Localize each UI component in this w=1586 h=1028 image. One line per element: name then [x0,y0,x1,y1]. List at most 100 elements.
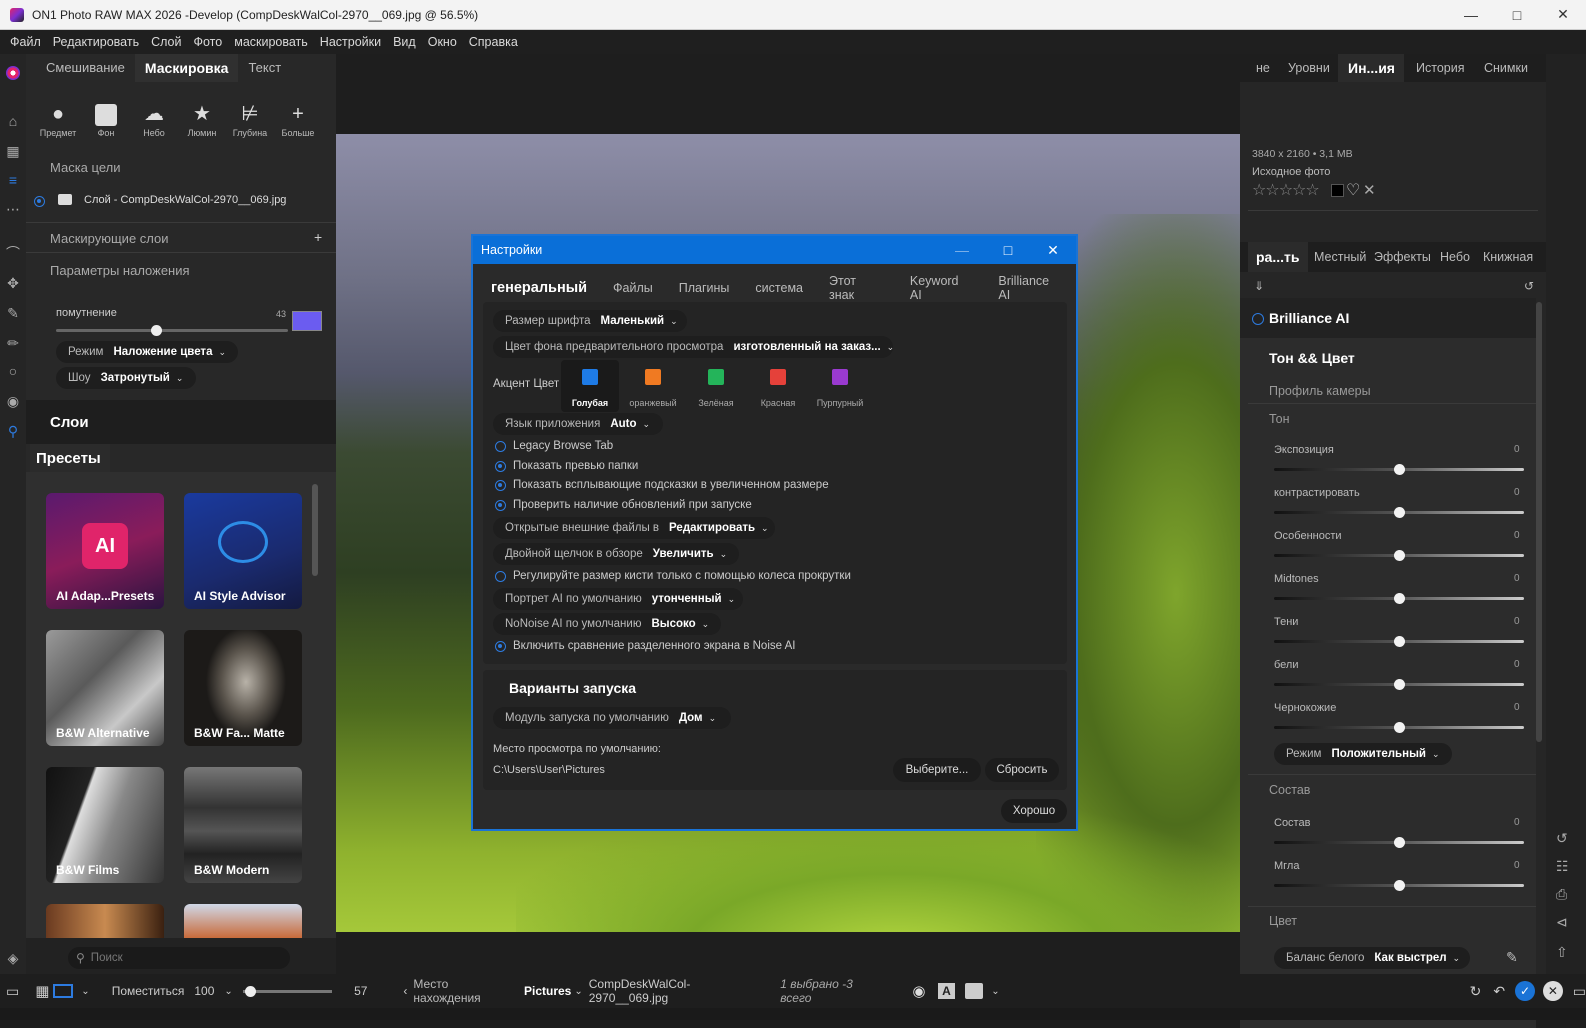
font-size-dropdown[interactable]: Размер шрифта Маленький ⌄ [493,310,687,332]
export-icon[interactable]: ⇧ [1556,944,1568,961]
presets-header[interactable]: Пресеты [36,450,101,467]
mask-tool-subject[interactable]: ● Предмет [34,100,82,138]
tab-watermark[interactable]: Этот знак [816,274,897,302]
chevron-down-icon[interactable]: ⌄ [224,986,232,997]
preview-bg-dropdown[interactable]: Цвет фона предварительного просмотра изго… [493,336,894,358]
zoom-slider-knob[interactable] [244,985,256,997]
menu-layer[interactable]: Слой [145,35,187,49]
chevron-down-icon[interactable]: ⌄ [81,986,89,997]
mode-dropdown[interactable]: Режим Наложение цвета ⌄ [56,341,238,363]
sliders-icon[interactable]: ≡ [4,171,22,189]
brush-icon[interactable]: ✎ [4,304,22,322]
fit-label[interactable]: Поместиться [112,984,185,998]
menu-help[interactable]: Справка [463,35,524,49]
haze-slider-knob[interactable] [1394,880,1405,891]
preset-ai-adaptive[interactable]: AI AI Adap...Presets [46,493,164,609]
menu-settings[interactable]: Настройки [314,35,387,49]
eyedropper-icon[interactable]: ✎ [1506,949,1518,966]
add-mask-layer-icon[interactable]: + [314,229,322,245]
preset-bw-fade-matte[interactable]: B&W Fa... Matte [184,630,302,746]
tab-brilliance-ai[interactable]: Brilliance AI [985,274,1076,302]
layers-header[interactable]: Слои [50,414,89,431]
darken-slider-knob[interactable] [150,325,162,336]
color-header[interactable]: Цвет [1269,914,1297,928]
zoom-slider[interactable] [242,985,333,997]
right-panel-toggle-icon[interactable]: ▭ [1573,983,1586,1000]
tab-effects[interactable]: Эффекты [1374,250,1431,264]
layer-name[interactable]: Слой - CompDeskWalCol-2970__069.jpg [84,194,286,206]
shapes-bottom-icon[interactable]: ◈ [4,949,22,967]
color-label-swatch[interactable] [1331,184,1344,197]
mask-brush-icon[interactable]: ✏ [4,334,22,352]
adjustments-scrollbar[interactable] [1536,302,1542,742]
dialog-close-icon[interactable]: ✕ [1030,236,1076,264]
layer-radio[interactable] [34,196,45,207]
menu-edit[interactable]: Редактировать [47,35,145,49]
mask-tool-sky[interactable]: ☁ Небо [130,100,178,138]
zoom-value[interactable]: 100 [194,984,214,998]
save-preset-icon[interactable]: ⇓ [1254,279,1264,293]
show-dropdown[interactable]: Шоу Затронутый ⌄ [56,367,196,389]
structure-value[interactable]: 0 [1514,817,1520,828]
launch-module-dropdown[interactable]: Модуль запуска по умолчанию Дом ⌄ [493,707,731,729]
split-compare-radio[interactable] [495,641,506,652]
darken-slider[interactable] [56,329,288,332]
move-icon[interactable]: ✥ [4,274,22,292]
print-icon[interactable]: ⎙ [1556,886,1567,903]
shadows-value[interactable]: 0 [1514,616,1520,627]
mask-tool-depth[interactable]: ⊭ Глубина [226,100,274,138]
menu-window[interactable]: Окно [422,35,463,49]
menu-photo[interactable]: Фото [188,35,229,49]
menu-view[interactable]: Вид [387,35,422,49]
tab-local[interactable]: Местный [1314,250,1366,264]
reject-icon[interactable]: ✕ [1363,181,1376,199]
tab-files[interactable]: Файлы [600,281,666,295]
exposure-slider-knob[interactable] [1394,464,1405,475]
tab-masking[interactable]: Маскировка [134,54,239,82]
dialog-minimize-icon[interactable]: — [939,236,985,264]
mask-view-icon[interactable] [965,983,984,999]
preset-bw-modern[interactable]: B&W Modern [184,767,302,883]
structure-slider-knob[interactable] [1394,837,1405,848]
search-input[interactable]: Поиск [91,952,123,964]
presets-search[interactable]: ⚲ Поиск [68,947,290,969]
heart-icon[interactable]: ♡ [1346,180,1360,200]
brush-wheel-radio[interactable] [495,571,506,582]
menu-mask[interactable]: маскировать [228,35,314,49]
chevron-left-icon[interactable]: ‹ [403,984,407,998]
more-icon[interactable]: ⋯ [4,200,22,218]
tab-snapshots[interactable]: Снимки [1484,61,1528,75]
tab-sky[interactable]: Небо [1440,250,1470,264]
text-overlay-icon[interactable]: A [937,983,956,999]
dialog-maximize-icon[interactable]: □ [985,236,1031,264]
preset-thumbnail[interactable] [46,904,164,938]
single-view-icon[interactable] [53,984,74,998]
preset-ai-style-advisor[interactable]: AI Style Advisor [184,493,302,609]
composition-header[interactable]: Состав [1269,783,1310,797]
accent-green-swatch[interactable] [708,369,724,385]
history-icon[interactable]: ↺ [1556,830,1568,847]
whites-slider-knob[interactable] [1394,679,1405,690]
midtones-slider-knob[interactable] [1394,593,1405,604]
mask-tool-background[interactable]: Фон [82,100,130,138]
minimize-icon[interactable]: — [1448,0,1494,30]
nonoise-ai-dropdown[interactable]: NoNoise AI по умолчанию Высоко ⌄ [493,613,721,635]
tab-plugins[interactable]: Плагины [666,281,743,295]
midtones-value[interactable]: 0 [1514,573,1520,584]
rating-stars[interactable]: ☆☆☆☆☆ [1252,180,1320,200]
contrast-value[interactable]: 0 [1514,487,1520,498]
camera-profile-label[interactable]: Профиль камеры [1269,384,1371,398]
mask-tool-more[interactable]: + Больше [274,100,322,138]
double-click-dropdown[interactable]: Двойной щелчок в обзоре Увеличить ⌄ [493,543,739,565]
menu-file[interactable]: Файл [4,35,47,49]
brilliance-toggle[interactable] [1252,313,1264,325]
choose-button[interactable]: Выберите... [893,758,981,782]
preset-bw-films[interactable]: B&W Films [46,767,164,883]
maximize-icon[interactable]: □ [1494,0,1540,30]
tab-info[interactable]: Ин...ия [1348,60,1395,76]
portrait-ai-dropdown[interactable]: Портрет AI по умолчанию утонченный ⌄ [493,588,743,610]
tab-develop[interactable]: ра...ть [1256,249,1299,265]
contrast-slider-knob[interactable] [1394,507,1405,518]
check-updates-radio[interactable] [495,500,506,511]
haze-value[interactable]: 0 [1514,860,1520,871]
